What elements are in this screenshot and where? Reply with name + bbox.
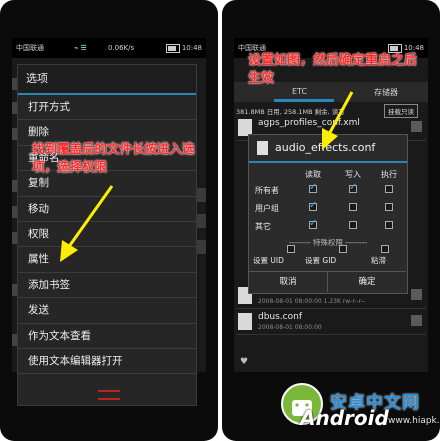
right-screen: 中国联通 10:48 ETC 存储器 381.8MB 日用, 258.1MB 剩… [234,38,428,372]
left-phone: 中国联通 ⌁ ☰ 0.06K/s 10:48 选项 打开方式 删除 重命名 复制… [0,0,218,441]
clock: 10:48 [181,44,202,52]
battery-icon [166,44,180,53]
file-meta: 2008-08-01 08:00:00 1.23K rw-r--r-- [258,298,366,305]
group-exec-checkbox[interactable] [385,203,393,211]
group-read-checkbox[interactable] [309,200,317,211]
permissions-dialog: audio_effects.conf 读取 写入 执行 所有者 用户组 其它 -… [248,134,408,294]
row-owner-label: 所有者 [255,186,279,195]
menu-title: 选项 [18,65,196,95]
ok-button[interactable]: 确定 [328,271,406,292]
menu-hardkey-icon[interactable] [98,390,120,400]
menu-item-permissions[interactable]: 权限 [18,222,196,248]
menu-item-send[interactable]: 发送 [18,298,196,324]
heart-icon[interactable]: ♥ [240,357,248,367]
background-checkbox [196,188,206,202]
group-write-checkbox[interactable] [349,203,357,211]
setgid-checkbox[interactable] [339,245,347,253]
menu-item-properties[interactable]: 属性 [18,247,196,273]
bottom-bar: ♥ [234,356,428,372]
carrier-label: 中国联通 [16,44,44,52]
sticky-checkbox[interactable] [381,245,389,253]
menu-item-view-as-text[interactable]: 作为文本查看 [18,324,196,349]
file-name: agps_profiles_conf.xml [258,118,360,128]
dialog-title: audio_effects.conf [275,141,376,154]
other-write-checkbox[interactable] [349,221,357,229]
cancel-button[interactable]: 取消 [249,271,328,292]
row-other-label: 其它 [255,222,271,231]
status-bar: 中国联通 ⌁ ☰ 0.06K/s 10:48 [12,38,206,58]
background-checkbox [196,214,206,228]
background-checkbox [196,240,206,254]
file-checkbox[interactable] [411,315,422,326]
tab-storage[interactable]: 存储器 [374,87,398,98]
row-group-label: 用户组 [255,204,279,213]
dialog-title-bar: audio_effects.conf [249,135,407,163]
sticky-label: 粘滞 [371,256,386,265]
usb-icon: ⌁ ☰ [74,44,87,52]
header-exec: 执行 [381,170,397,179]
watermark-en: Android [300,406,389,430]
menu-item-open-in-text-editor[interactable]: 使用文本编辑器打开 [18,349,196,375]
menu-item-move[interactable]: 移动 [18,197,196,222]
menu-item-add-bookmark[interactable]: 添加书签 [18,273,196,299]
file-name: dbus.conf [258,312,303,322]
file-checkbox[interactable] [411,289,422,300]
options-menu: 选项 打开方式 删除 重命名 复制 移动 权限 属性 添加书签 发送 作为文本查… [17,64,197,406]
owner-read-checkbox[interactable] [309,182,317,193]
tab-etc[interactable]: ETC [292,87,307,96]
owner-exec-checkbox[interactable] [385,185,393,193]
file-checkbox[interactable] [411,121,422,132]
storage-info: 381.8MB 日用, 258.1MB 剩余, 读写 [236,108,345,116]
setuid-label: 设置 UID [253,256,284,265]
file-icon [238,313,252,330]
setuid-checkbox[interactable] [287,245,295,253]
network-speed: 0.06K/s [108,44,135,52]
tab-indicator [274,99,334,102]
right-annotation: 设置如图，然后确定重启之后生效 [248,53,418,86]
owner-write-checkbox[interactable] [349,182,357,193]
left-annotation: 找到覆盖后的文件长按进入选项，选择权限 [32,141,195,174]
file-meta: 2008-08-01 08:00:00 [258,324,322,331]
setgid-label: 设置 GID [305,256,337,265]
header-write: 写入 [345,170,361,179]
file-row[interactable]: dbus.conf 2008-08-01 08:00:00 [236,310,426,335]
other-read-checkbox[interactable] [309,218,317,229]
header-read: 读取 [305,170,321,179]
other-exec-checkbox[interactable] [385,221,393,229]
menu-item-open-with[interactable]: 打开方式 [18,95,196,121]
file-icon [257,141,268,155]
watermark-domain: www.hiapk.com [388,416,440,426]
